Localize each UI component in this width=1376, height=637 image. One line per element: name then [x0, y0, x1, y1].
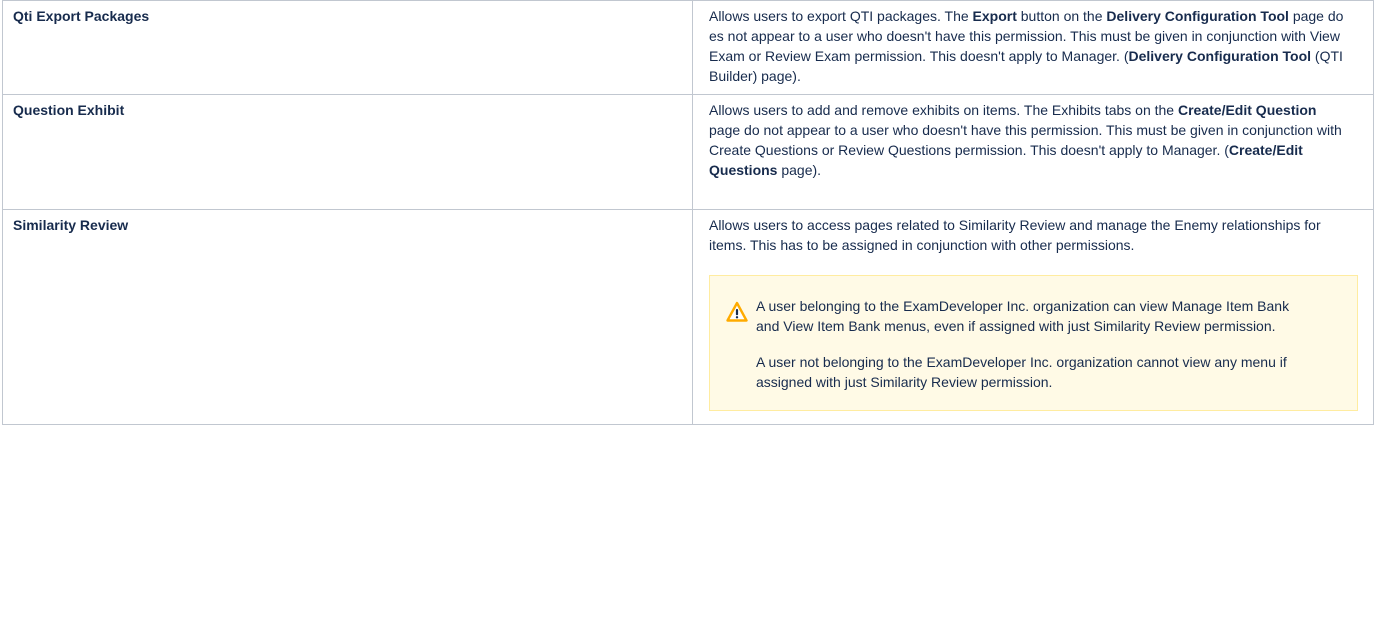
table-row: Question Exhibit Allows users to add and… [2, 94, 1374, 210]
description-text: Allows users to export QTI packages. The [709, 8, 973, 24]
warning-paragraph: A user belonging to the ExamDeveloper In… [756, 298, 1290, 334]
description-bold-text: Delivery Configuration Tool [1128, 48, 1312, 64]
permission-description: Allows users to export QTI packages. The… [709, 6, 1349, 86]
permission-description: Allows users to add and remove exhibits … [709, 100, 1349, 180]
warning-paragraph: A user not belonging to the ExamDevelope… [756, 354, 1287, 390]
permission-description-cell: Allows users to add and remove exhibits … [692, 94, 1374, 210]
warning-panel: A user belonging to the ExamDeveloper In… [709, 275, 1358, 411]
permission-name-cell: Similarity Review [2, 209, 693, 425]
permission-name: Qti Export Packages [13, 8, 150, 24]
permission-description-cell: Allows users to access pages related to … [692, 209, 1374, 425]
permission-name-cell: Qti Export Packages [2, 0, 693, 95]
description-bold-text: Create/Edit Question [1178, 102, 1317, 118]
description-text: page). [777, 162, 822, 178]
table-row: Similarity Review Allows users to access… [2, 209, 1374, 425]
permissions-table: Qti Export Packages Allows users to expo… [2, 0, 1374, 425]
description-text: button on the [1016, 8, 1107, 24]
warning-icon [726, 301, 748, 322]
description-bold-text: Delivery Configuration Tool [1106, 8, 1289, 24]
description-text: Allows users to add and remove exhibits … [709, 102, 1178, 118]
permission-description-cell: Allows users to export QTI packages. The… [692, 0, 1374, 95]
description-bold-text: Export [972, 8, 1017, 24]
permission-description: Allows users to access pages related to … [709, 217, 1321, 253]
table-row: Qti Export Packages Allows users to expo… [2, 0, 1374, 95]
permission-name: Question Exhibit [13, 102, 125, 118]
permission-name-cell: Question Exhibit [2, 94, 693, 210]
permission-name: Similarity Review [13, 217, 129, 233]
